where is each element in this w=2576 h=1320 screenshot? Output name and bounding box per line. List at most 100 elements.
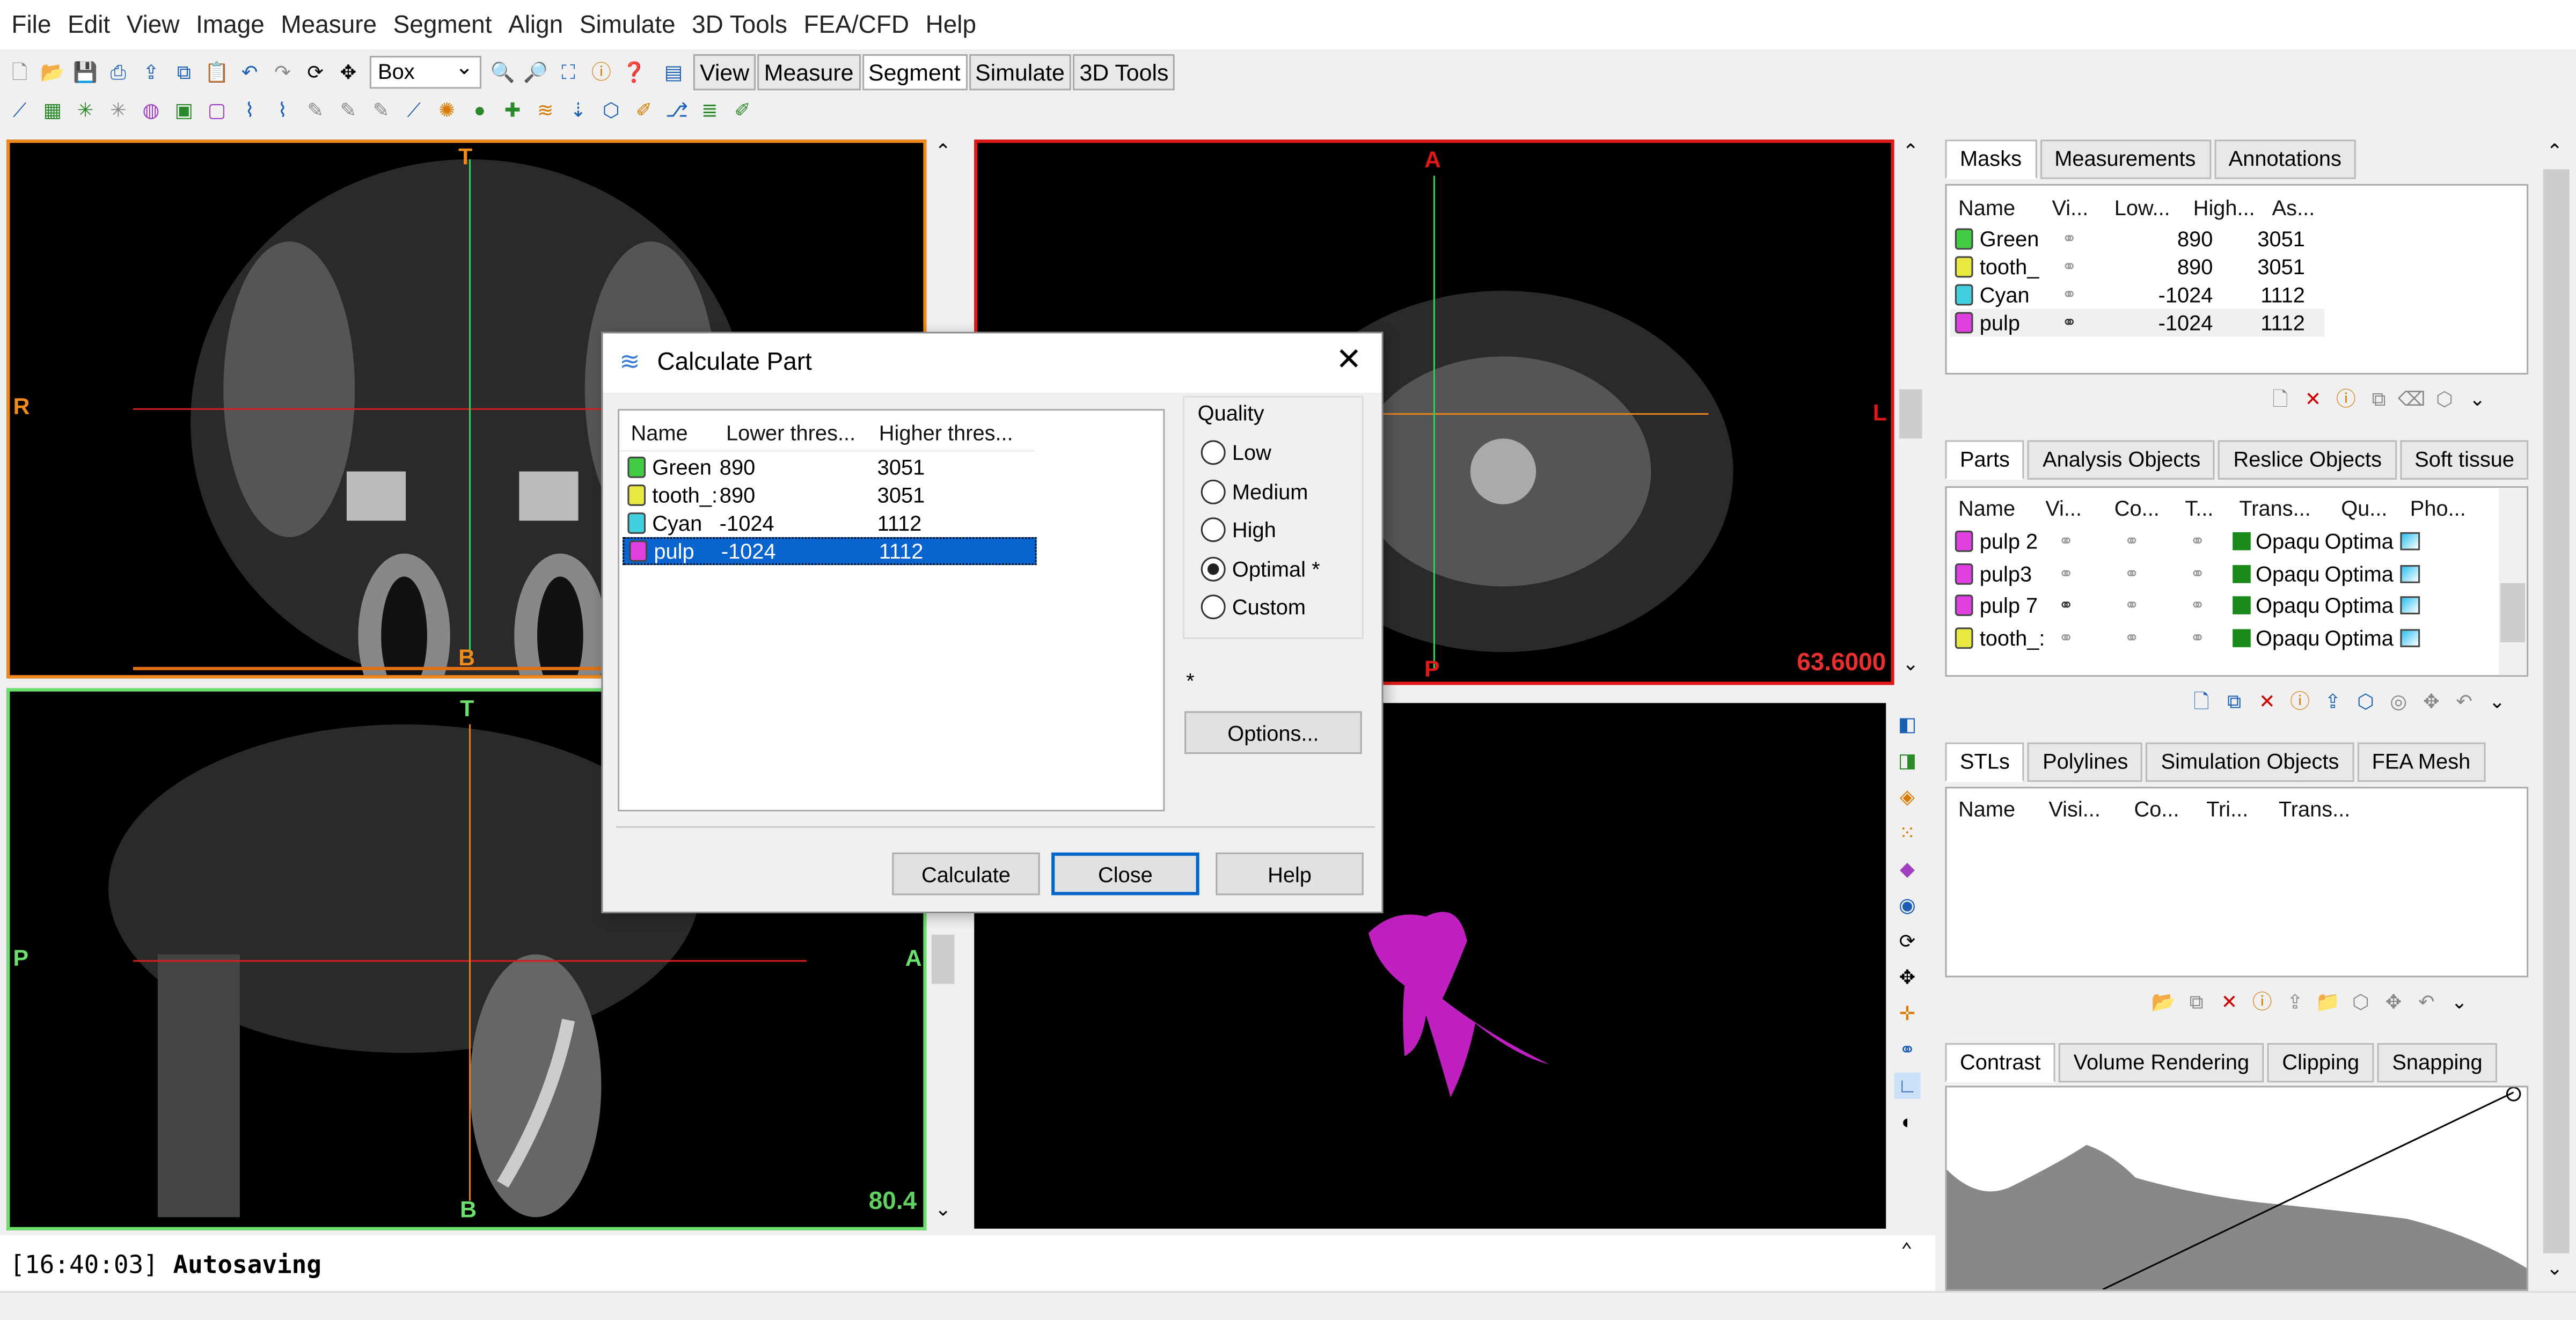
paste-icon[interactable]: 📋: [204, 59, 230, 85]
pan-3d-icon[interactable]: ✥: [1894, 964, 1921, 991]
column-header[interactable]: Name: [1958, 195, 2015, 220]
grid-icon[interactable]: ⁙: [1894, 820, 1921, 846]
phong-icon[interactable]: [2400, 532, 2420, 551]
close-icon[interactable]: ✕: [1336, 342, 1362, 379]
panel-tab[interactable]: Analysis Objects: [2028, 440, 2215, 480]
copy-stl-icon[interactable]: ⧉: [2183, 989, 2209, 1015]
menu-item[interactable]: View: [119, 11, 188, 39]
save-icon[interactable]: 💾: [72, 59, 99, 85]
column-header[interactable]: Low...: [2114, 195, 2170, 220]
column-header[interactable]: Co...: [2114, 496, 2160, 520]
region-grow-icon[interactable]: ▦: [39, 97, 65, 123]
mask-row[interactable]: Green 890 3051: [623, 453, 1036, 481]
edit-3d-icon[interactable]: ⌇: [269, 97, 296, 123]
view-side-icon[interactable]: ◨: [1894, 747, 1921, 774]
export-part-icon[interactable]: ⇪: [2319, 688, 2346, 715]
part-from-mask-icon[interactable]: ⬡: [598, 97, 624, 123]
contour-icon[interactable]: ⚭: [2114, 531, 2180, 552]
axial-scrollbar[interactable]: ⌃ ⌄: [1897, 140, 1927, 685]
scroll-thumb[interactable]: [2543, 169, 2570, 1253]
panel-tab[interactable]: Measurements: [2039, 140, 2211, 179]
quality-radio[interactable]: Optimal *: [1201, 556, 1320, 581]
delete-stl-icon[interactable]: ✕: [2216, 989, 2243, 1015]
visibility-icon[interactable]: ⚭: [2052, 256, 2134, 278]
close-button[interactable]: Close: [1051, 852, 1199, 896]
threshold-icon[interactable]: ⟋: [6, 97, 33, 123]
column-header[interactable]: Trans...: [2239, 496, 2310, 520]
column-header[interactable]: Tri...: [2206, 797, 2248, 822]
column-header[interactable]: Name: [1958, 496, 2015, 520]
column-header[interactable]: Trans...: [2279, 797, 2350, 822]
panel-tab[interactable]: Contrast: [1945, 1043, 2055, 1083]
delete-part-icon[interactable]: ✕: [2254, 688, 2280, 715]
layers-icon[interactable]: ≣: [697, 97, 723, 123]
crop-mask-icon[interactable]: ▢: [204, 97, 230, 123]
panel-tab[interactable]: STLs: [1945, 742, 2025, 782]
phong-icon[interactable]: [2400, 596, 2420, 614]
panel-tab[interactable]: Volume Rendering: [2059, 1043, 2264, 1083]
calculate-button[interactable]: Calculate: [892, 852, 1040, 896]
stls-menu-icon[interactable]: ⌄: [2446, 989, 2472, 1015]
masks-table[interactable]: Name Vi... Low... High... As... Green ⚭ 890 305…: [1945, 184, 2529, 375]
column-header[interactable]: Vi...: [2045, 496, 2082, 520]
contour-icon[interactable]: ⚭: [2114, 562, 2180, 584]
calc-3d-icon[interactable]: ⬡: [2432, 386, 2458, 412]
view-mode-select[interactable]: Box: [369, 54, 481, 89]
contour-icon[interactable]: ⚭: [2114, 627, 2180, 648]
mask-row[interactable]: tooth_ ⚭ 890 3051: [1950, 253, 2325, 281]
panel-tab[interactable]: Masks: [1945, 140, 2037, 179]
stl-info-icon[interactable]: ⓘ: [2249, 989, 2275, 1015]
dynamic-region-icon[interactable]: ✳: [105, 97, 131, 123]
panel-tab[interactable]: Polylines: [2028, 742, 2143, 782]
column-header[interactable]: Lower thres...: [726, 421, 855, 445]
radio-circle[interactable]: [1201, 556, 1226, 581]
info-icon[interactable]: ⓘ: [588, 59, 614, 85]
help-cursor-icon[interactable]: ❓: [621, 59, 647, 85]
export-stl-icon[interactable]: ⇪: [2282, 989, 2308, 1015]
edit-mask-icon[interactable]: ⌇: [237, 97, 263, 123]
smart-fill-icon[interactable]: ◍: [138, 97, 164, 123]
mask-row[interactable]: pulp ⚭ -1024 1112: [1950, 309, 2325, 337]
visibility-icon[interactable]: ⚭: [2048, 627, 2114, 648]
scroll-down-icon[interactable]: ⌄: [1902, 652, 1919, 675]
masks-menu-icon[interactable]: ⌄: [2464, 386, 2491, 412]
print-icon[interactable]: ⎙: [105, 59, 131, 85]
zoom-region-icon[interactable]: 🔎: [522, 59, 548, 85]
scroll-down-icon[interactable]: ⌄: [2546, 1257, 2563, 1280]
contrast-histogram[interactable]: [1945, 1086, 2529, 1292]
mask-row[interactable]: Green ⚭ 890 3051: [1950, 225, 2325, 253]
radio-circle[interactable]: [1201, 440, 1226, 465]
column-header[interactable]: Name: [631, 421, 688, 445]
redo-icon[interactable]: ↷: [269, 59, 296, 85]
column-header[interactable]: Co...: [2134, 797, 2179, 822]
morphology-icon[interactable]: ✚: [500, 97, 526, 123]
stls-table[interactable]: Name Visi... Co... Tri... Trans...: [1945, 787, 2529, 978]
move-part-icon[interactable]: ✥: [2418, 688, 2445, 715]
rotate-3d-icon[interactable]: ⟳: [1894, 928, 1921, 955]
menu-item[interactable]: Edit: [60, 11, 119, 39]
panel-tab[interactable]: FEA Mesh: [2357, 742, 2485, 782]
menu-item[interactable]: Measure: [273, 11, 385, 39]
panel-tab[interactable]: Snapping: [2377, 1043, 2498, 1083]
mask-list[interactable]: Name Lower thres... Higher thres... Green 8…: [618, 409, 1165, 812]
menu-item[interactable]: Align: [500, 11, 572, 39]
stl-folder-icon[interactable]: 📁: [2315, 989, 2341, 1015]
new-part-icon[interactable]: 🗋: [2189, 688, 2215, 715]
visibility-icon[interactable]: ◉: [1894, 892, 1921, 918]
fill-holes-icon[interactable]: ●: [466, 97, 493, 123]
contour-icon[interactable]: ⚭: [2114, 595, 2180, 616]
reslice-icon[interactable]: ⎇: [664, 97, 690, 123]
new-mask-icon[interactable]: 🗋: [2267, 386, 2293, 412]
scroll-down-icon[interactable]: ⌄: [935, 1198, 952, 1221]
wrap-part-icon[interactable]: ⬡: [2353, 688, 2379, 715]
visibility-icon[interactable]: ⚭: [2052, 284, 2134, 306]
log-scroll-up-icon[interactable]: ⌃: [1901, 1238, 1913, 1262]
brush-icon[interactable]: ✎: [368, 97, 394, 123]
erase-mask-icon[interactable]: ⌫: [2398, 386, 2426, 412]
column-header[interactable]: Pho...: [2410, 496, 2466, 520]
menu-item[interactable]: File: [3, 11, 60, 39]
parts-table[interactable]: Name Vi... Co... T... Trans... Qu... Pho... pu…: [1945, 486, 2529, 677]
visibility-icon[interactable]: ⚭: [2048, 562, 2114, 584]
scroll-thumb[interactable]: [2500, 583, 2526, 642]
mode-tab[interactable]: Segment: [861, 54, 967, 91]
